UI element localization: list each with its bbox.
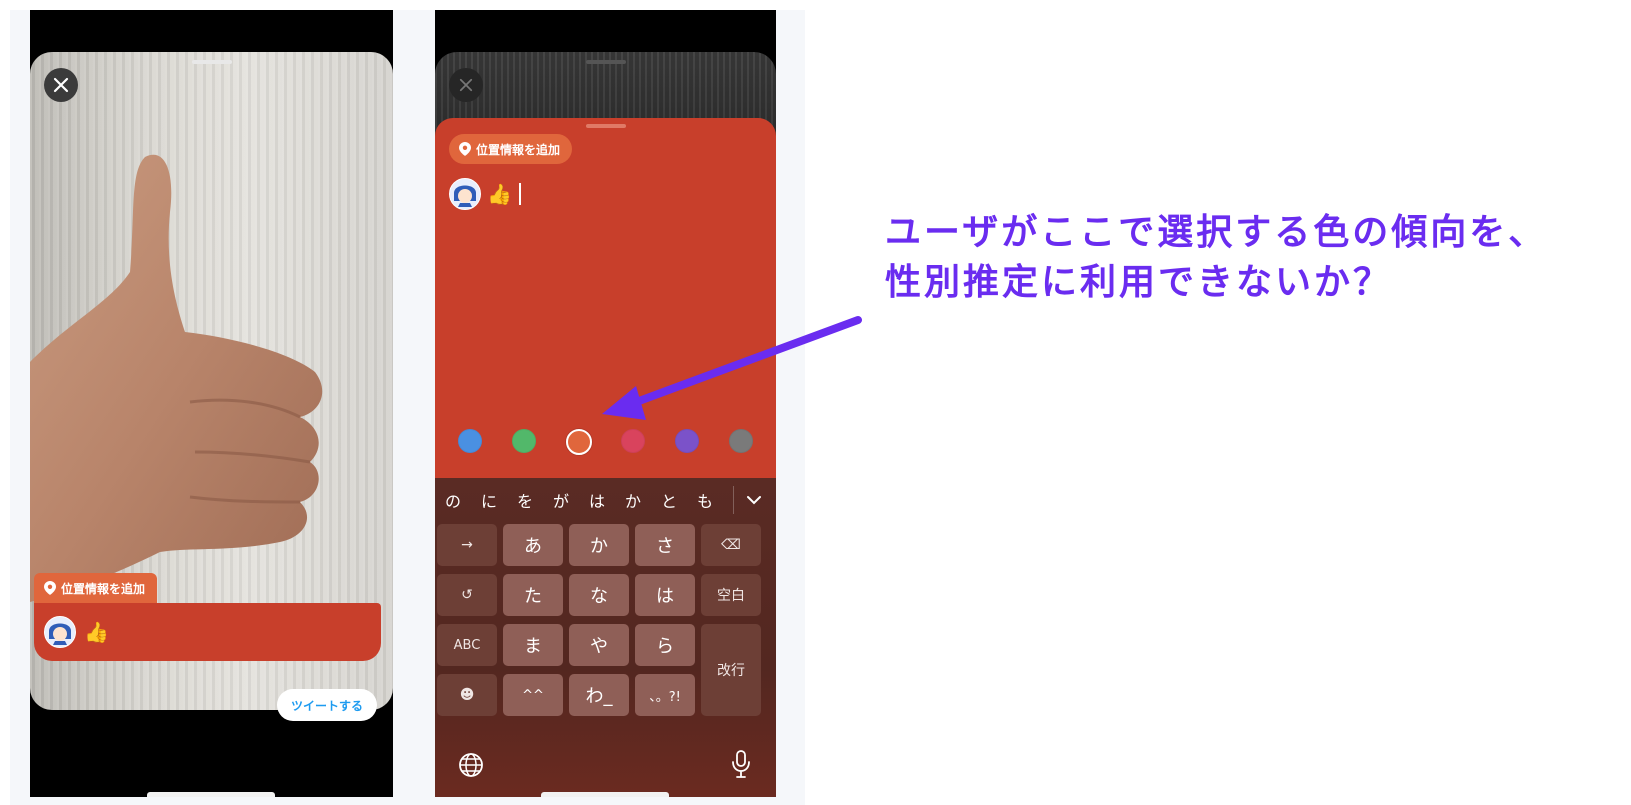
candidate-word[interactable]: も [687, 488, 723, 512]
phone-screenshot-compose-preview: 位置情報を追加 👍 ツイートする [30, 10, 393, 797]
japanese-keyboard: のにをがはかとも → あ か さ ⌫ ↺ た な は 空白 ABC ま や ら … [435, 478, 776, 797]
color-swatch-gray[interactable] [729, 429, 754, 453]
candidate-word[interactable]: の [435, 488, 471, 512]
key-ma[interactable]: ま [503, 624, 563, 666]
color-swatch-blue[interactable] [457, 429, 482, 453]
next-char-key[interactable]: → [437, 524, 497, 566]
compose-text: 👍 [84, 620, 109, 644]
compose-sheet-grabber[interactable] [585, 124, 626, 128]
emoji-key[interactable]: ☻ [437, 674, 497, 716]
collapse-candidates-button[interactable] [740, 486, 768, 514]
add-location-chip[interactable]: 位置情報を追加 [34, 573, 158, 603]
close-icon [459, 78, 473, 92]
annotation-line-1: ユーザがここで選択する色の傾向を、 [885, 212, 1548, 253]
location-pin-icon [44, 581, 56, 595]
add-location-label: 位置情報を追加 [476, 142, 561, 157]
chevron-down-icon [747, 496, 761, 505]
enter-key[interactable]: 改行 [701, 624, 761, 716]
compose-text-area[interactable]: 👍 [449, 178, 521, 210]
avatar [44, 616, 76, 648]
globe-icon[interactable] [457, 751, 485, 779]
compose-text: 👍 [487, 182, 512, 206]
space-key[interactable]: 空白 [701, 574, 761, 616]
tweet-button[interactable]: ツイートする [276, 689, 377, 721]
color-swatch-orange[interactable] [565, 429, 592, 455]
key-ha[interactable]: は [635, 574, 695, 616]
candidate-bar: のにをがはかとも [435, 478, 776, 522]
thumbs-up-photo [30, 154, 323, 603]
candidate-word[interactable]: に [471, 488, 507, 512]
text-cursor [518, 183, 521, 205]
microphone-icon[interactable] [728, 749, 754, 779]
compose-bar[interactable]: 👍 [34, 603, 381, 661]
candidate-divider [733, 486, 734, 514]
avatar [449, 178, 481, 210]
undo-key[interactable]: ↺ [437, 574, 497, 616]
close-icon [53, 77, 69, 93]
color-picker [435, 429, 776, 455]
key-ra[interactable]: ら [635, 624, 695, 666]
key-ya[interactable]: や [569, 624, 629, 666]
key-wa[interactable]: わ_ [569, 674, 629, 716]
location-pin-icon [459, 142, 471, 156]
candidate-word[interactable]: か [615, 488, 651, 512]
key-ka[interactable]: か [569, 524, 629, 566]
key-ta[interactable]: た [503, 574, 563, 616]
candidate-word[interactable]: が [543, 488, 579, 512]
candidate-word[interactable]: を [507, 488, 543, 512]
add-location-label: 位置情報を追加 [61, 581, 146, 596]
emoticon-key[interactable]: ^^ [503, 674, 563, 716]
home-indicator [147, 792, 275, 797]
key-na[interactable]: な [569, 574, 629, 616]
abc-mode-key[interactable]: ABC [437, 624, 497, 666]
close-button[interactable] [44, 68, 78, 102]
home-indicator [541, 792, 669, 797]
backspace-key[interactable]: ⌫ [701, 524, 761, 566]
avatar-character-icon [450, 179, 480, 209]
sheet-grabber[interactable] [191, 60, 232, 64]
color-swatch-purple[interactable] [675, 429, 700, 453]
color-swatch-green[interactable] [511, 429, 536, 453]
keyboard-bottom-bar [435, 737, 776, 797]
avatar-character-icon [45, 617, 75, 647]
close-button[interactable] [449, 68, 483, 102]
punctuation-key[interactable]: 、。?! [635, 674, 695, 716]
sheet-grabber[interactable] [585, 60, 626, 64]
annotation-arrow [602, 316, 862, 420]
annotation-text: ユーザがここで選択する色の傾向を、 性別推定に利用できないか？ [885, 208, 1605, 308]
add-location-chip[interactable]: 位置情報を追加 [449, 134, 573, 164]
candidate-word[interactable]: は [579, 488, 615, 512]
candidate-word[interactable]: と [651, 488, 687, 512]
annotation-line-2: 性別推定に利用できないか？ [885, 262, 1393, 303]
color-swatch-pink[interactable] [621, 429, 646, 453]
key-a[interactable]: あ [503, 524, 563, 566]
key-sa[interactable]: さ [635, 524, 695, 566]
